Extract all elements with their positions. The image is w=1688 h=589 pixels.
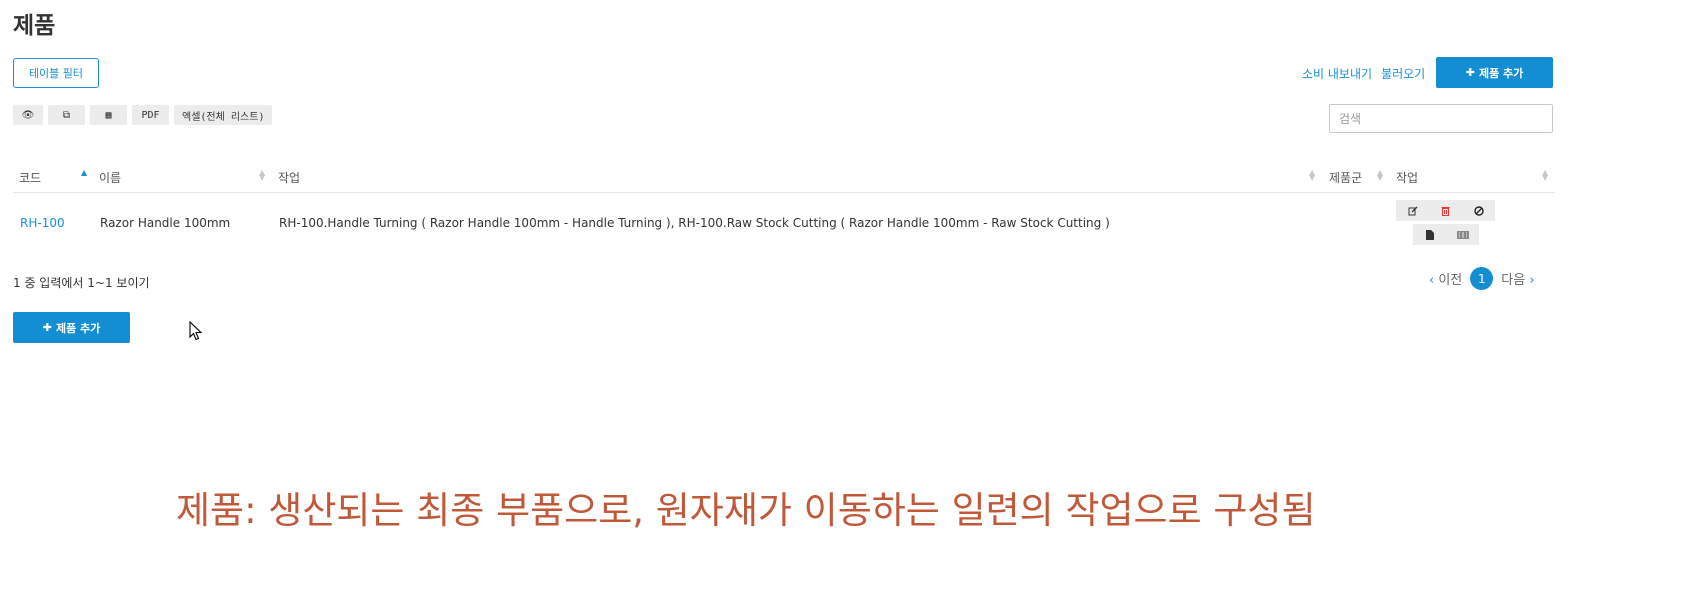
product-code-link[interactable]: RH-100 [20,216,65,230]
consumer-export-link[interactable]: 소비 내보내기 [1302,65,1372,82]
pdf-button[interactable]: PDF [132,105,169,125]
column-visibility-button[interactable]: 👁 [13,105,43,125]
pagination: ‹ 이전 1 다음 › [1429,267,1535,290]
plus-icon: ✚ [1465,66,1475,79]
import-link[interactable]: 불러오기 [1381,65,1425,82]
table-filter-button[interactable]: 테이블 필터 [13,58,99,88]
export-buttons: 👁 ⧉ ▦ PDF 엑셀(전체 리스트) [13,105,273,125]
column-header-actions[interactable]: 작업 [1396,169,1418,186]
column-header-name[interactable]: 이름 [99,169,121,186]
sort-icon[interactable]: ▲ ▼ [1542,169,1548,182]
next-page-link[interactable]: 다음 › [1501,269,1534,288]
edit-icon [1408,206,1417,215]
table-summary: 1 중 입력에서 1~1 보이기 [13,276,150,290]
add-product-label: 제품 추가 [55,321,101,335]
column-header-code[interactable]: 코드 [19,169,41,186]
current-page-button[interactable]: 1 [1470,267,1494,290]
product-name: Razor Handle 100mm [100,216,231,230]
excel-full-list-button[interactable]: 엑셀(전체 리스트) [174,105,273,125]
product-operations: RH-100.Handle Turning ( Razor Handle 100… [279,216,1110,230]
prev-page-link[interactable]: ‹ 이전 [1429,269,1462,288]
column-header-code-label: 코드 [19,171,42,185]
sort-icon[interactable]: ▲ ▼ [1309,169,1315,182]
prev-page-label: 이전 [1438,273,1463,288]
add-product-label: 제품 추가 [1478,66,1524,80]
next-page-label: 다음 [1501,273,1526,288]
search-input[interactable] [1329,104,1553,133]
chevron-right-icon: › [1529,273,1535,288]
page-title: 제품 [13,13,56,39]
table-header: 코드 ▲ 이름 ▲ ▼ 작업 ▲ ▼ 제품군 ▲ ▼ 작업 ▲ ▼ [13,166,1555,193]
column-header-name-label: 이름 [99,171,122,185]
disable-button[interactable] [1462,200,1495,221]
top-links: 소비 내보내기 불러오기 [1302,65,1425,82]
eye-icon: 👁 [21,109,35,121]
copy-icon: ⧉ [62,109,71,121]
file-icon [1425,229,1434,240]
sort-asc-icon[interactable]: ▲ [81,169,87,177]
column-header-operations[interactable]: 작업 [278,169,300,186]
trash-icon [1441,206,1450,216]
sort-icon[interactable]: ▲ ▼ [1377,169,1383,182]
copy-button[interactable]: ⧉ [48,105,85,125]
barcode-icon [1456,230,1469,239]
column-header-product-group-label: 제품군 [1329,171,1363,185]
add-product-button-bottom[interactable]: ✚ 제품 추가 [13,312,130,343]
caption-text: 제품: 생산되는 최종 부품으로, 원자재가 이동하는 일련의 작업으로 구성됨 [176,489,1316,532]
csv-button[interactable]: ▦ [90,105,127,125]
mouse-cursor-icon [189,321,203,341]
ban-icon [1473,205,1484,216]
column-header-actions-label: 작업 [1396,171,1419,185]
edit-button[interactable] [1396,200,1429,221]
table-icon: ▦ [105,109,112,121]
table-row: RH-100 Razor Handle 100mm RH-100.Handle … [13,194,1555,252]
plus-icon: ✚ [42,321,52,334]
delete-button[interactable] [1429,200,1462,221]
add-product-button-top[interactable]: ✚ 제품 추가 [1436,57,1553,88]
barcode-button[interactable] [1446,224,1479,245]
sort-icon[interactable]: ▲ ▼ [259,169,265,182]
document-button[interactable] [1413,224,1446,245]
column-header-operations-label: 작업 [278,171,301,185]
chevron-left-icon: ‹ [1429,273,1435,288]
column-header-product-group[interactable]: 제품군 [1329,169,1362,186]
